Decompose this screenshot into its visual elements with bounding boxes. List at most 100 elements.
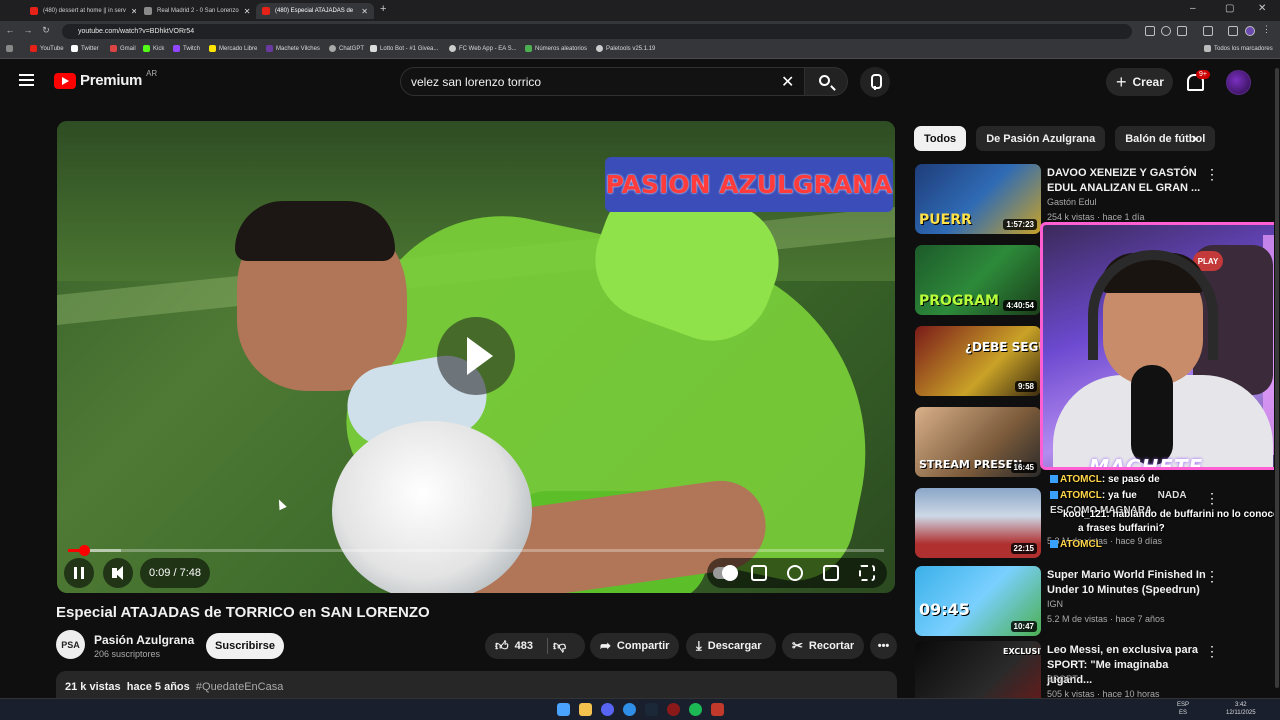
bookmark-twitch[interactable]: Twitch	[173, 45, 200, 52]
bookmark-mercadolibre[interactable]: Mercado Libre	[209, 45, 257, 52]
hamburger-menu-icon[interactable]	[19, 74, 34, 86]
chip-channel[interactable]: De Pasión Azulgrana	[976, 126, 1106, 151]
account-avatar[interactable]	[1226, 70, 1251, 95]
video-player[interactable]: PASION AZULGRANA 0:09 / 7:48	[57, 121, 895, 593]
dislike-icon[interactable]: 👎︎	[553, 638, 566, 654]
recommendation-channel[interactable]: Gastón Edul	[1047, 197, 1097, 207]
bookmark-gmail[interactable]: Gmail	[110, 45, 136, 52]
start-icon[interactable]	[557, 703, 570, 716]
discord-icon[interactable]	[601, 703, 614, 716]
bookmark-fcwebapp[interactable]: FC Web App - EA S...	[449, 45, 517, 52]
download-button[interactable]: ⤓ Descargar	[686, 633, 776, 659]
share-button[interactable]: ➦ Compartir	[590, 633, 679, 659]
chevron-right-icon[interactable]: ›	[1192, 130, 1197, 148]
browser-tab[interactable]: Real Madrid 2 - 0 San Lorenzo ✕	[138, 3, 254, 19]
pause-icon[interactable]	[64, 558, 94, 588]
miniplayer-icon[interactable]	[823, 565, 839, 581]
youtube-premium-logo[interactable]: Premium AR	[54, 69, 157, 89]
hashtag-link[interactable]: #QuedateEnCasa	[196, 681, 283, 693]
autoplay-toggle[interactable]	[713, 565, 738, 581]
spotify-icon[interactable]	[689, 703, 702, 716]
subtitles-icon[interactable]	[751, 565, 767, 581]
more-options-icon[interactable]: ⋮	[1205, 490, 1219, 507]
url-text: youtube.com/watch?v=BDhktVORr54	[78, 28, 195, 35]
description-box[interactable]: 21 k vistas hace 5 años #QuedateEnCasa	[56, 671, 897, 701]
language-indicator[interactable]: ESP ES	[1177, 701, 1189, 717]
channel-name[interactable]: Pasión Azulgrana	[94, 633, 194, 647]
recommendation-thumbnail[interactable]: 22:15	[915, 488, 1041, 558]
steam-icon[interactable]	[645, 703, 658, 716]
bookmark-lottobot[interactable]: Lotto Bot - #1 Givea...	[370, 45, 438, 52]
voice-search-icon[interactable]	[860, 67, 890, 97]
recommendation-channel[interactable]: SPORT	[1047, 674, 1078, 684]
recommendation-title[interactable]: Super Mario World Finished In Under 10 M…	[1047, 568, 1207, 598]
bookmark-paletools[interactable]: Paletools v25.1.19	[596, 45, 655, 52]
more-options-icon[interactable]: ⋮	[1205, 166, 1219, 183]
zoom-icon[interactable]	[1161, 26, 1171, 36]
recommendation-thumbnail[interactable]: PUERR 1:57:23	[915, 164, 1041, 234]
more-options-icon[interactable]: ⋮	[1205, 568, 1219, 585]
app-icon[interactable]	[711, 703, 724, 716]
bookmark-numeros[interactable]: Números aleatorios	[525, 45, 587, 52]
scrollbar-thumb[interactable]	[1275, 68, 1279, 688]
more-actions-icon[interactable]: •••	[870, 633, 897, 659]
recommendation-thumbnail[interactable]: STREAM PRESEN 16:45	[915, 407, 1041, 477]
new-tab-icon[interactable]: +	[380, 3, 386, 15]
install-app-icon[interactable]	[1145, 26, 1155, 36]
forward-icon[interactable]: →	[22, 25, 34, 35]
recommendation-thumbnail[interactable]: ¿DEBE SEGUIR? 9:58	[915, 326, 1041, 396]
browser-tab[interactable]: (480) dessert at home || in serv ✕	[24, 3, 136, 19]
progress-bar[interactable]	[68, 545, 884, 556]
extensions-icon[interactable]	[1203, 26, 1213, 36]
browser-tab-active[interactable]: (480) Especial ATAJADAS de ✕	[256, 3, 374, 19]
settings-gear-icon[interactable]	[787, 565, 803, 581]
chip-todos[interactable]: Todos	[914, 126, 967, 151]
search-button[interactable]	[804, 67, 848, 96]
bookmark-twitter[interactable]: Twitter	[71, 45, 99, 52]
sidebar-icon[interactable]	[1228, 26, 1238, 36]
system-clock[interactable]: 3:42 12/11/2025	[1226, 701, 1256, 717]
bookmark-kick[interactable]: Kick	[143, 45, 164, 52]
maximize-icon[interactable]: ▢	[1225, 3, 1234, 14]
reload-icon[interactable]: ↻	[40, 25, 52, 36]
chip-topic[interactable]: Balón de fútbol	[1115, 126, 1216, 151]
recommendation-title[interactable]: DAVOO XENEIZE Y GASTÓN EDUL ANALIZAN EL …	[1047, 166, 1207, 196]
bookmark-chatgpt[interactable]: ChatGPT	[329, 45, 364, 52]
close-tab-icon[interactable]: ✕	[131, 7, 136, 16]
url-field[interactable]: youtube.com/watch?v=BDhktVORr54	[62, 24, 1132, 39]
all-bookmarks[interactable]: Todos los marcadores	[1204, 45, 1273, 52]
bookmark-machete[interactable]: Machete Vilches	[266, 45, 320, 52]
like-count[interactable]: 483	[515, 640, 533, 652]
close-tab-icon[interactable]: ✕	[244, 7, 251, 16]
channel-avatar[interactable]: PSA	[56, 630, 85, 659]
bookmark-star-icon[interactable]	[1177, 26, 1187, 36]
app-icon[interactable]	[667, 703, 680, 716]
big-play-icon[interactable]	[437, 317, 515, 395]
recommendation-thumbnail[interactable]: PROGRAM 4:40:54	[915, 245, 1041, 315]
close-tab-icon[interactable]: ✕	[361, 7, 368, 16]
like-icon[interactable]: 👍︎	[495, 638, 509, 654]
file-explorer-icon[interactable]	[579, 703, 592, 716]
recommendation-thumbnail[interactable]: 09:45 10:47	[915, 566, 1041, 636]
chrome-icon[interactable]	[623, 703, 636, 716]
back-icon[interactable]: ←	[4, 25, 16, 35]
recommendation-channel[interactable]: IGN	[1047, 599, 1063, 609]
close-window-icon[interactable]: ✕	[1258, 3, 1266, 14]
fullscreen-icon[interactable]	[859, 565, 875, 581]
page-scrollbar[interactable]	[1274, 60, 1280, 698]
browser-menu-icon[interactable]: ⋮	[1262, 24, 1272, 34]
bookmark-youtube[interactable]: YouTube	[30, 45, 64, 52]
apps-icon[interactable]	[6, 45, 13, 52]
volume-icon[interactable]	[103, 558, 133, 588]
subscribe-button[interactable]: Suscribirse	[206, 633, 284, 659]
search-input[interactable]	[411, 74, 771, 89]
scrubber-handle[interactable]	[78, 545, 90, 556]
clear-search-icon[interactable]: ✕	[781, 72, 794, 92]
create-button[interactable]: + Crear	[1106, 68, 1173, 96]
clip-button[interactable]: ✂ Recortar	[782, 633, 864, 659]
search-box[interactable]	[400, 67, 804, 96]
recommendation-item[interactable]: 09:45 10:47 Super Mario World Finished I…	[915, 566, 1275, 636]
minimize-icon[interactable]: –	[1190, 3, 1196, 14]
profile-avatar-icon[interactable]	[1245, 26, 1255, 36]
more-options-icon[interactable]: ⋮	[1205, 643, 1219, 660]
